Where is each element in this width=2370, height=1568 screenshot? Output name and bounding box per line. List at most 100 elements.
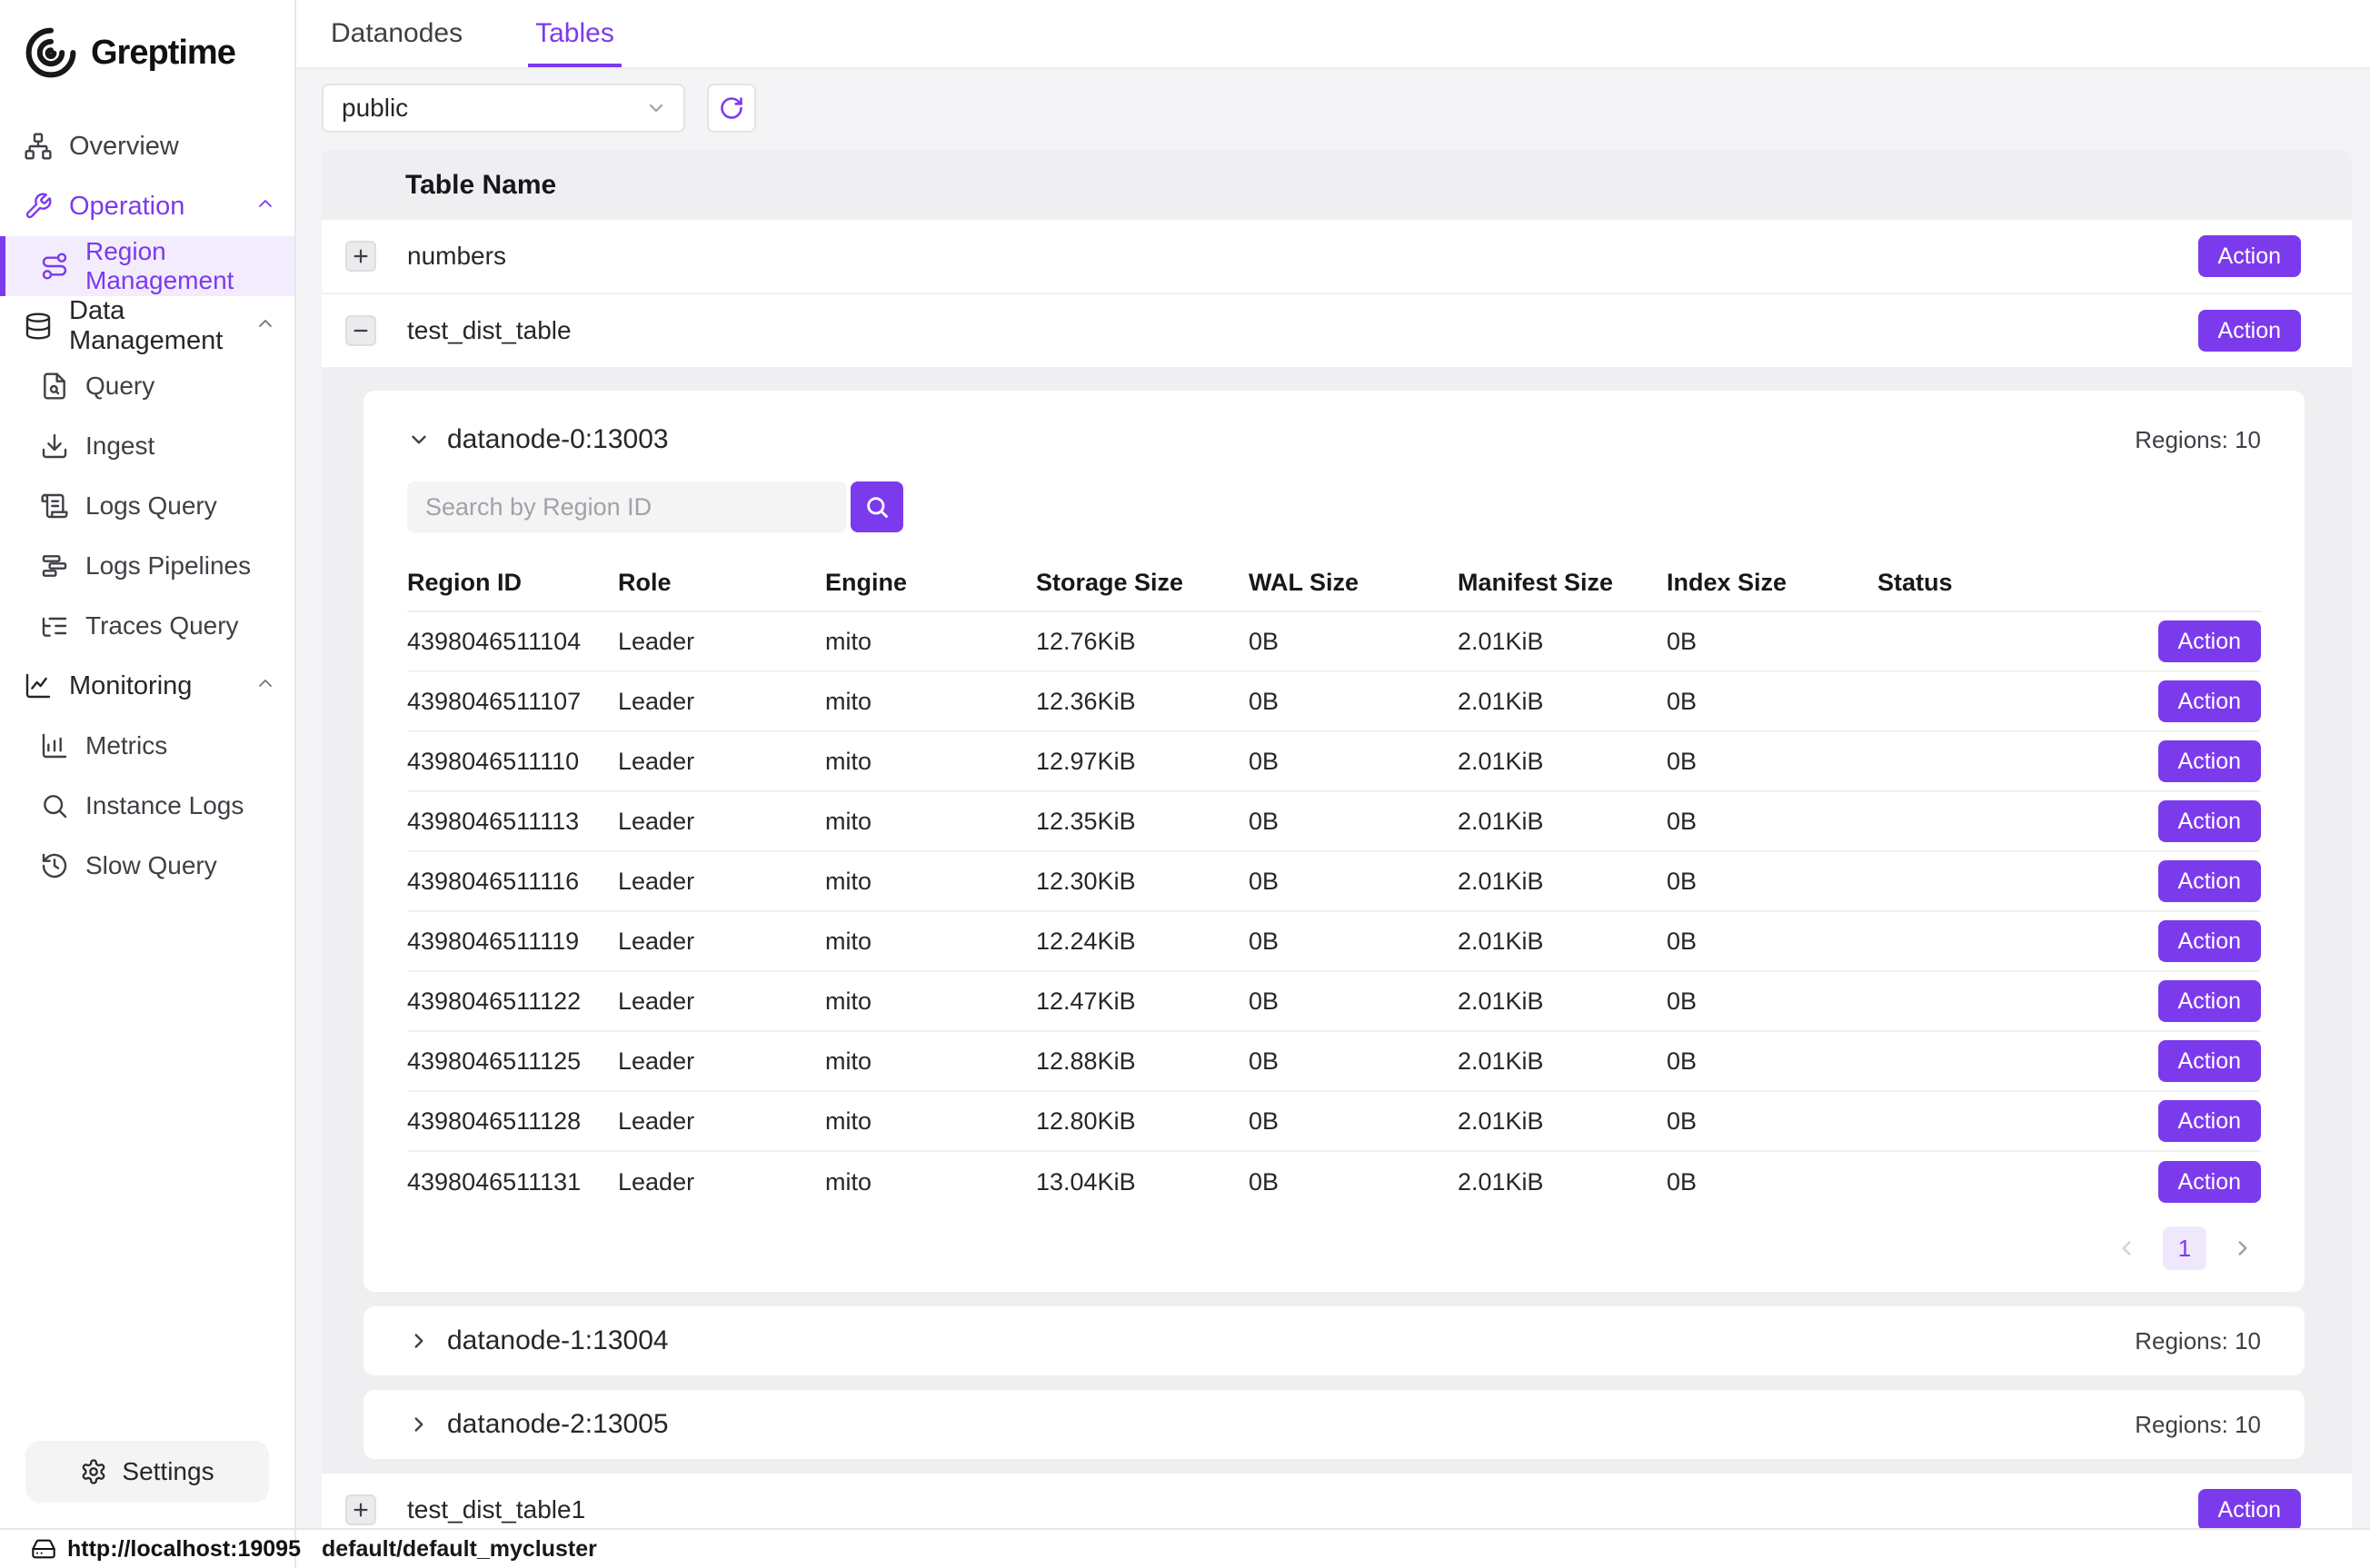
cell-storage: 12.97KiB [1036, 748, 1249, 776]
column-header: WAL Size [1249, 569, 1458, 597]
datanode-title: datanode-0:13003 [447, 424, 669, 455]
column-header: Manifest Size [1458, 569, 1667, 597]
cell-wal: 0B [1249, 1047, 1458, 1076]
region-row: 4398046511131Leadermito13.04KiB0B2.01KiB… [407, 1152, 2261, 1212]
app-root: Greptime OverviewOperationRegion Managem… [0, 0, 2370, 1568]
tab-datanodes[interactable]: Datanodes [324, 0, 470, 67]
cell-storage: 13.04KiB [1036, 1168, 1249, 1196]
page-1-button[interactable]: 1 [2163, 1226, 2206, 1270]
region-action-button[interactable]: Action [2158, 980, 2261, 1022]
region-action-button[interactable]: Action [2158, 1161, 2261, 1203]
collapse-minus-icon[interactable] [345, 315, 376, 346]
sidebar-item-label: Slow Query [85, 851, 217, 880]
cell-wal: 0B [1249, 808, 1458, 836]
next-page-button[interactable] [2225, 1230, 2261, 1266]
history-clock-icon [40, 851, 69, 880]
datanode-1-header[interactable]: datanode-1:13004 Regions: 10 [363, 1306, 2305, 1375]
cell-manifest: 2.01KiB [1458, 1107, 1667, 1136]
region-row: 4398046511128Leadermito12.80KiB0B2.01KiB… [407, 1092, 2261, 1152]
cell-index: 0B [1667, 808, 1877, 836]
datanode-0-header[interactable]: datanode-0:13003 Regions: 10 [407, 412, 2261, 467]
sidebar-item-logs-pipelines[interactable]: Logs Pipelines [0, 536, 294, 596]
search-button[interactable] [851, 481, 903, 532]
region-action-button[interactable]: Action [2158, 860, 2261, 902]
cell-region_id: 4398046511116 [407, 868, 618, 896]
region-action-button[interactable]: Action [2158, 800, 2261, 842]
cell-engine: mito [825, 808, 1036, 836]
table-action-button[interactable]: Action [2198, 235, 2301, 277]
cell-engine: mito [825, 1168, 1036, 1196]
cell-storage: 12.88KiB [1036, 1047, 1249, 1076]
cell-manifest: 2.01KiB [1458, 748, 1667, 776]
cell-engine: mito [825, 628, 1036, 656]
region-search-input[interactable] [407, 481, 847, 532]
sidebar-item-data-management[interactable]: Data Management [0, 296, 294, 356]
region-action-button[interactable]: Action [2158, 1040, 2261, 1082]
cell-wal: 0B [1249, 688, 1458, 716]
sidebar-item-operation[interactable]: Operation [0, 176, 294, 236]
cluster-name: default/default_mycluster [296, 1536, 597, 1563]
table-action-button[interactable]: Action [2198, 310, 2301, 352]
region-action-button[interactable]: Action [2158, 920, 2261, 962]
settings-button[interactable]: Settings [25, 1441, 269, 1503]
cell-index: 0B [1667, 1168, 1877, 1196]
region-search [407, 481, 2261, 532]
sidebar-item-overview[interactable]: Overview [0, 116, 294, 176]
cell-index: 0B [1667, 868, 1877, 896]
table-row-numbers: numbers Action [322, 220, 2352, 294]
cell-engine: mito [825, 748, 1036, 776]
table-action-button[interactable]: Action [2198, 1489, 2301, 1528]
tables-list: Table Name numbers Action test_dist_ [322, 151, 2352, 1528]
sidebar-nav: OverviewOperationRegion ManagementData M… [0, 94, 294, 1441]
cell-manifest: 2.01KiB [1458, 628, 1667, 656]
sidebar-item-traces-query[interactable]: Traces Query [0, 596, 294, 656]
cell-storage: 12.76KiB [1036, 628, 1249, 656]
table-name: test_dist_table [407, 316, 572, 345]
region-row: 4398046511104Leadermito12.76KiB0B2.01KiB… [407, 612, 2261, 672]
region-action-button[interactable]: Action [2158, 1100, 2261, 1142]
sidebar-item-monitoring[interactable]: Monitoring [0, 656, 294, 716]
cell-engine: mito [825, 868, 1036, 896]
cell-index: 0B [1667, 987, 1877, 1016]
cell-wal: 0B [1249, 987, 1458, 1016]
refresh-button[interactable] [707, 84, 756, 133]
cell-wal: 0B [1249, 868, 1458, 896]
cell-engine: mito [825, 1107, 1036, 1136]
column-header: Engine [825, 569, 1036, 597]
chevron-up-icon [254, 312, 276, 342]
sidebar-item-slow-query[interactable]: Slow Query [0, 836, 294, 896]
region-action-button[interactable]: Action [2158, 680, 2261, 722]
sidebar-item-instance-logs[interactable]: Instance Logs [0, 776, 294, 836]
sidebar-item-label: Query [85, 372, 154, 401]
sidebar-item-ingest[interactable]: Ingest [0, 416, 294, 476]
prev-page-button[interactable] [2108, 1230, 2145, 1266]
sidebar-item-logs-query[interactable]: Logs Query [0, 476, 294, 536]
cell-storage: 12.24KiB [1036, 928, 1249, 956]
database-select-value: public [342, 94, 408, 123]
sidebar-item-query[interactable]: Query [0, 356, 294, 416]
cell-engine: mito [825, 987, 1036, 1016]
cell-wal: 0B [1249, 928, 1458, 956]
cell-manifest: 2.01KiB [1458, 868, 1667, 896]
region-action-button[interactable]: Action [2158, 620, 2261, 662]
datanode-title: datanode-1:13004 [447, 1325, 669, 1356]
datanodes-panel: datanode-0:13003 Regions: 10 [322, 369, 2352, 1474]
settings-label: Settings [122, 1457, 214, 1486]
database-select[interactable]: public [322, 84, 685, 133]
region-action-button[interactable]: Action [2158, 740, 2261, 782]
cell-storage: 12.36KiB [1036, 688, 1249, 716]
column-header: Storage Size [1036, 569, 1249, 597]
chevron-down-icon [407, 428, 431, 452]
cell-wal: 0B [1249, 1168, 1458, 1196]
sidebar-item-region-management[interactable]: Region Management [0, 236, 294, 296]
datanode-2-header[interactable]: datanode-2:13005 Regions: 10 [363, 1390, 2305, 1459]
expand-plus-icon[interactable] [345, 1494, 376, 1525]
expand-plus-icon[interactable] [345, 241, 376, 272]
server-icon [31, 1536, 56, 1562]
cell-region_id: 4398046511104 [407, 628, 618, 656]
server-url: http://localhost:19095 [0, 1530, 296, 1568]
regions-count: Regions: 10 [2135, 426, 2261, 454]
brand-name: Greptime [91, 34, 235, 73]
tab-tables[interactable]: Tables [528, 0, 622, 67]
sidebar-item-metrics[interactable]: Metrics [0, 716, 294, 776]
